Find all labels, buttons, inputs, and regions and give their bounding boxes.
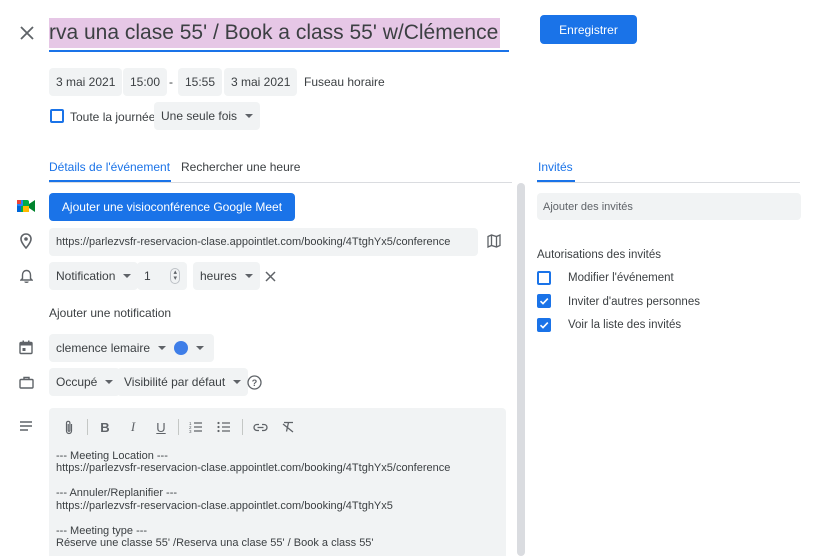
permission-invite-others-label: Inviter d'autres personnes [568, 296, 700, 308]
chevron-down-icon [196, 346, 204, 350]
start-date-field[interactable]: 3 mai 2021 [49, 68, 123, 96]
end-time-field[interactable]: 15:55 [178, 68, 223, 96]
event-color-dropdown[interactable] [167, 334, 214, 362]
scrollbar[interactable] [517, 183, 525, 556]
chevron-down-icon [158, 346, 167, 350]
bold-icon[interactable]: B [96, 418, 114, 436]
end-date-value: 3 mai 2021 [231, 75, 291, 89]
briefcase-icon [16, 373, 36, 391]
recurrence-dropdown[interactable]: Une seule fois [154, 102, 261, 130]
visibility-dropdown[interactable]: Visibilité par défaut [117, 368, 249, 396]
add-guests-placeholder: Ajouter des invités [543, 200, 633, 213]
permission-modify-event-checkbox[interactable] [537, 271, 551, 285]
underline-icon[interactable]: U [152, 418, 170, 436]
tabs-divider [49, 182, 512, 183]
description-line: --- Annuler/Replanifier --- [56, 487, 178, 499]
attachment-icon[interactable] [60, 418, 78, 436]
description-line: https://parlezvsfr-reservacion-clase.app… [56, 500, 393, 512]
tab-guests[interactable]: Invités [538, 160, 573, 174]
numbered-list-icon[interactable]: 123 [187, 418, 205, 436]
permission-see-guests-checkbox[interactable] [537, 318, 551, 332]
title-input[interactable]: rva una clase 55' / Book a class 55' w/C… [49, 18, 509, 52]
location-value: https://parlezvsfr-reservacion-clase.app… [56, 236, 451, 248]
chevron-down-icon [105, 380, 114, 384]
link-icon[interactable] [251, 418, 269, 436]
stepper-arrows-icon[interactable]: ▴ ▾ [170, 268, 180, 284]
calendar-icon [16, 338, 36, 356]
remove-notification-icon[interactable] [260, 266, 280, 286]
chevron-down-icon [123, 274, 132, 278]
italic-icon[interactable]: I [124, 418, 142, 436]
notification-type-dropdown[interactable]: Notification [49, 262, 139, 290]
svg-text:3: 3 [189, 429, 192, 433]
save-button[interactable]: Enregistrer [540, 15, 637, 44]
location-input[interactable]: https://parlezvsfr-reservacion-clase.app… [49, 228, 478, 256]
notification-unit-dropdown[interactable]: heures [193, 262, 260, 290]
add-google-meet-label: Ajouter une visioconférence Google Meet [61, 200, 283, 214]
notification-type-value: Notification [56, 269, 116, 283]
chevron-down-icon [244, 274, 253, 278]
notification-unit-value: heures [200, 269, 237, 283]
start-date-value: 3 mai 2021 [56, 75, 116, 89]
start-time-field[interactable]: 15:00 [123, 68, 168, 96]
guest-permissions-title: Autorisations des invités [537, 249, 662, 261]
checkmark-icon [539, 322, 549, 329]
description-line: https://parlezvsfr-reservacion-clase.app… [56, 462, 451, 474]
chevron-down-icon [245, 114, 254, 118]
color-swatch [174, 341, 188, 355]
tab-active-indicator [49, 180, 171, 182]
checkmark-icon [539, 298, 549, 305]
permission-modify-event-label: Modifier l'événement [568, 272, 674, 284]
location-pin-icon [16, 232, 36, 250]
toolbar-divider [242, 419, 243, 435]
description-line: Réserve une classe 55' /Reserva una clas… [56, 537, 374, 549]
title-value: rva una clase 55' / Book a class 55' w/C… [49, 18, 501, 48]
guests-tab-divider [537, 182, 800, 183]
add-notification-link[interactable]: Ajouter une notification [49, 306, 171, 320]
all-day-checkbox[interactable] [50, 109, 64, 123]
help-icon[interactable]: ? [245, 373, 263, 391]
chevron-down-icon [233, 380, 242, 384]
add-google-meet-button[interactable]: Ajouter une visioconférence Google Meet [49, 193, 295, 221]
availability-dropdown[interactable]: Occupé [49, 368, 121, 396]
end-date-field[interactable]: 3 mai 2021 [224, 68, 298, 96]
description-line: --- Meeting Location --- [56, 450, 168, 462]
clear-formatting-icon[interactable] [279, 418, 297, 436]
close-icon[interactable] [16, 22, 38, 44]
guests-tab-indicator [537, 180, 575, 182]
time-separator: - [169, 75, 173, 89]
availability-value: Occupé [56, 375, 98, 389]
permission-invite-others-checkbox[interactable] [537, 294, 551, 308]
tab-event-details[interactable]: Détails de l'événement [49, 160, 170, 174]
toolbar-divider [87, 419, 88, 435]
end-time-value: 15:55 [185, 75, 216, 89]
tab-find-time[interactable]: Rechercher une heure [181, 160, 300, 174]
start-time-value: 15:00 [130, 75, 161, 89]
all-day-label: Toute la journée [70, 110, 156, 124]
visibility-value: Visibilité par défaut [124, 375, 226, 389]
bulleted-list-icon[interactable] [215, 418, 233, 436]
notification-value-stepper[interactable]: 1 ▴ ▾ [137, 262, 187, 290]
add-guests-input[interactable]: Ajouter des invités [537, 193, 801, 220]
google-meet-icon [16, 198, 36, 214]
notification-value: 1 [144, 269, 151, 283]
bell-icon [16, 267, 36, 285]
recurrence-value: Une seule fois [161, 109, 238, 123]
save-button-label: Enregistrer [559, 22, 618, 37]
calendar-value: clemence lemaire [56, 341, 151, 355]
description-line: --- Meeting type --- [56, 525, 148, 537]
description-icon [16, 418, 36, 434]
timezone-link[interactable]: Fuseau horaire [304, 75, 385, 89]
calendar-dropdown[interactable]: clemence lemaire [49, 334, 174, 362]
map-icon[interactable] [484, 232, 504, 250]
svg-text:?: ? [251, 378, 257, 388]
toolbar-divider [178, 419, 179, 435]
permission-see-guests-label: Voir la liste des invités [568, 319, 682, 331]
